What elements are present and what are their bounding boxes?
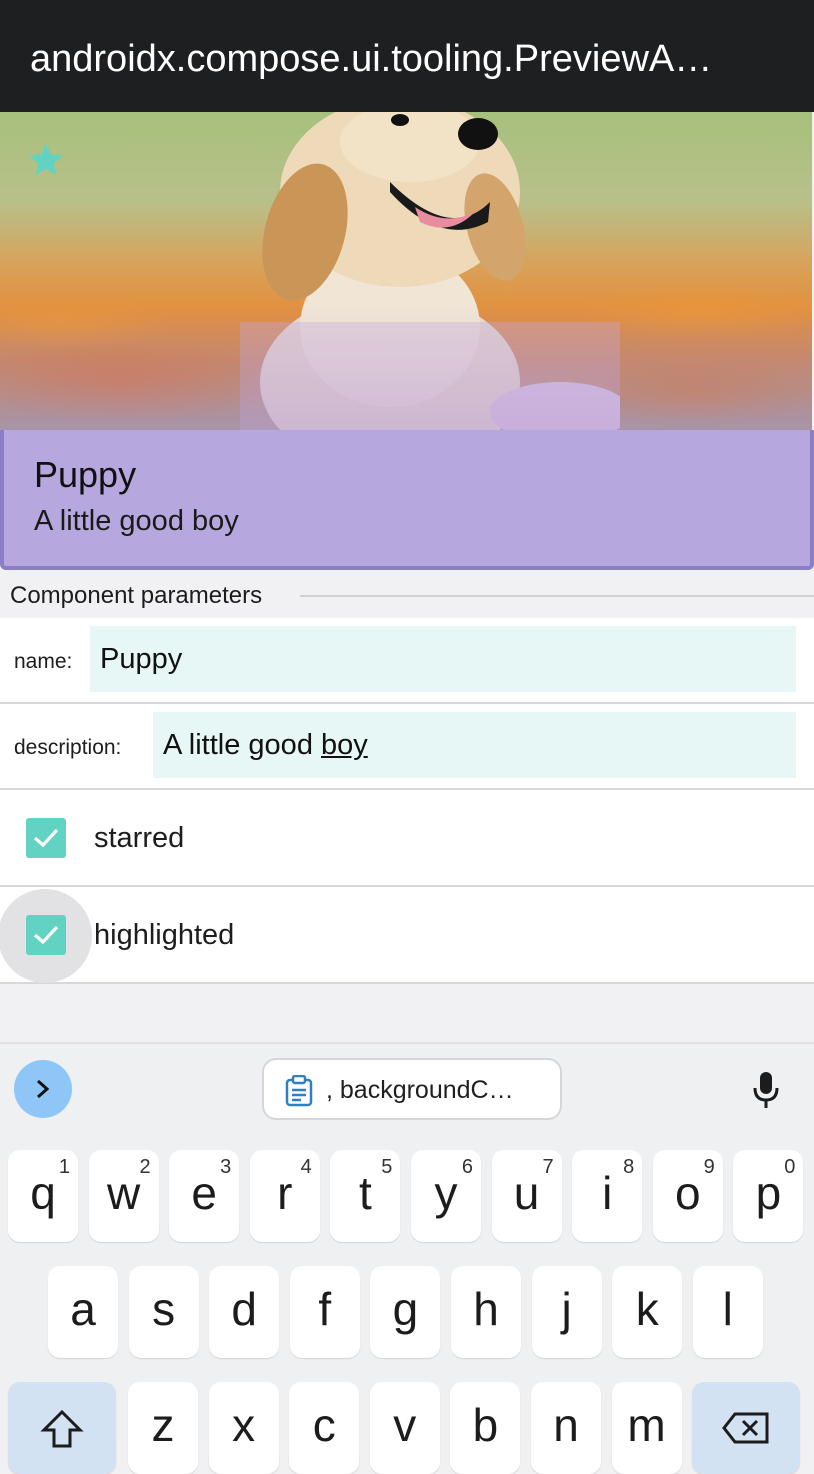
app-bar-title: androidx.compose.ui.tooling.PreviewA… (30, 38, 713, 80)
description-field[interactable]: A little good boy (153, 712, 796, 778)
key-label: g (392, 1283, 419, 1335)
description-label: description: (14, 736, 122, 759)
description-composing-text: boy (321, 729, 368, 761)
key-z[interactable]: z (128, 1382, 198, 1474)
mic-icon[interactable] (750, 1070, 782, 1110)
star-icon (29, 143, 63, 175)
key-t[interactable]: t5 (330, 1150, 401, 1242)
key-i[interactable]: i8 (572, 1150, 643, 1242)
key-label: a (70, 1283, 96, 1335)
key-hint: 9 (703, 1156, 715, 1178)
key-l[interactable]: l (692, 1266, 763, 1358)
soft-keyboard: , backgroundC… q1w2e3r4t5y6u7i8o9p0 a s d f… (0, 1044, 814, 1474)
key-h[interactable]: h (451, 1266, 521, 1358)
key-f[interactable]: f (289, 1266, 360, 1358)
key-d[interactable]: d (209, 1266, 280, 1358)
clipboard-chip-text: , backgroundC… (326, 1076, 514, 1104)
backspace-icon (722, 1412, 769, 1444)
shift-key[interactable] (8, 1382, 116, 1474)
description-text: A little good (163, 729, 321, 761)
key-a[interactable]: a (48, 1266, 118, 1358)
clipboard-icon (285, 1075, 313, 1107)
key-w[interactable]: w2 (88, 1150, 159, 1242)
chevron-right-icon (37, 1079, 50, 1099)
check-icon (33, 828, 59, 848)
starred-label: starred (94, 822, 185, 854)
card-description: A little good boy (34, 505, 239, 537)
key-y[interactable]: y6 (411, 1150, 481, 1242)
key-hint: 5 (381, 1156, 393, 1178)
section-divider (300, 595, 814, 597)
key-j[interactable]: j (531, 1266, 602, 1358)
param-row-name: name: Puppy (0, 618, 814, 704)
key-c[interactable]: c (289, 1382, 360, 1474)
check-icon (33, 925, 59, 945)
toolbar-expand-button[interactable] (14, 1060, 72, 1118)
section-header: Component parameters (10, 582, 277, 610)
name-label: name: (14, 650, 73, 673)
card-title: Puppy (34, 454, 137, 495)
key-p[interactable]: p0 (733, 1150, 804, 1242)
key-n[interactable]: n (531, 1382, 601, 1474)
key-label: z (151, 1399, 175, 1451)
key-e[interactable]: e3 (169, 1150, 240, 1242)
key-label: l (722, 1283, 733, 1335)
key-q[interactable]: q1 (8, 1150, 78, 1242)
key-hint: 2 (139, 1156, 151, 1178)
key-m[interactable]: m (611, 1382, 682, 1474)
param-row-starred[interactable]: starred (0, 790, 814, 887)
key-k[interactable]: k (612, 1266, 683, 1358)
key-label: x (232, 1399, 256, 1451)
puppy-image (0, 112, 812, 430)
shift-icon (40, 1409, 84, 1448)
key-x[interactable]: x (208, 1382, 279, 1474)
key-g[interactable]: g (370, 1266, 441, 1358)
param-row-description: description: A little good boy (0, 704, 814, 790)
backspace-key[interactable] (692, 1382, 800, 1474)
key-o[interactable]: o9 (652, 1150, 723, 1242)
key-hint: 3 (220, 1156, 232, 1178)
key-v[interactable]: v (369, 1382, 440, 1474)
name-field[interactable]: Puppy (90, 626, 796, 692)
key-r[interactable]: r4 (249, 1150, 320, 1242)
key-label: n (553, 1399, 579, 1451)
key-label: d (231, 1283, 257, 1335)
key-label: s (152, 1283, 176, 1335)
key-hint: 8 (623, 1156, 635, 1178)
key-hint: 0 (784, 1156, 796, 1178)
clipboard-suggestion-chip[interactable]: , backgroundC… (262, 1058, 562, 1120)
key-b[interactable]: b (450, 1382, 521, 1474)
key-label: f (318, 1283, 332, 1335)
key-label: c (312, 1399, 336, 1451)
starred-checkbox[interactable] (26, 818, 66, 858)
key-hint: 6 (461, 1156, 473, 1178)
key-s[interactable]: s (128, 1266, 199, 1358)
key-hint: 4 (300, 1156, 312, 1178)
highlighted-label: highlighted (94, 919, 235, 951)
key-hint: 7 (542, 1156, 554, 1178)
key-label: m (627, 1399, 666, 1451)
app-bar: androidx.compose.ui.tooling.PreviewA… (0, 0, 814, 112)
highlighted-checkbox[interactable] (26, 915, 66, 955)
key-hint: 1 (58, 1156, 70, 1178)
key-label: k (635, 1283, 659, 1335)
key-label: v (393, 1399, 417, 1451)
puppy-card: Puppy A little good boy (0, 430, 814, 570)
key-label: b (472, 1399, 499, 1451)
key-label: h (473, 1283, 499, 1335)
param-row-highlighted[interactable]: highlighted (0, 887, 814, 984)
key-u[interactable]: u7 (491, 1150, 562, 1242)
key-label: j (561, 1283, 572, 1335)
